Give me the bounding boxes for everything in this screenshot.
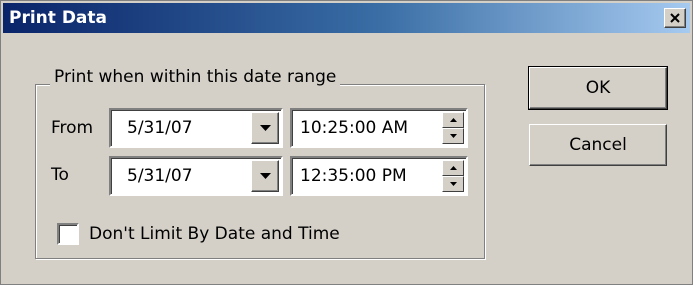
to-time-value: 12:35:00 PM	[300, 166, 407, 186]
chevron-down-icon	[260, 125, 271, 131]
arrow-down-icon	[450, 134, 457, 138]
dialog-title: Print Data	[9, 8, 107, 28]
from-time-field[interactable]: 10:25:00 AM	[290, 108, 468, 148]
to-label: To	[51, 165, 69, 185]
print-data-dialog: Print Data Print when within this date r…	[0, 0, 693, 285]
arrow-down-icon	[450, 182, 457, 186]
from-date-dropdown-button[interactable]	[251, 112, 279, 144]
title-bar[interactable]: Print Data	[3, 3, 690, 33]
date-range-group-label: Print when within this date range	[50, 67, 341, 87]
cancel-button[interactable]: Cancel	[529, 124, 667, 166]
from-date-value: 5/31/07	[127, 118, 193, 138]
to-time-up-button[interactable]	[442, 160, 464, 176]
ok-button[interactable]: OK	[528, 66, 668, 110]
from-time-down-button[interactable]	[442, 128, 464, 144]
close-button[interactable]	[664, 8, 686, 28]
from-date-combo[interactable]: 5/31/07	[109, 108, 283, 148]
dont-limit-label[interactable]: Don't Limit By Date and Time	[89, 224, 340, 244]
arrow-up-icon	[450, 118, 457, 122]
from-label: From	[51, 118, 94, 138]
chevron-down-icon	[260, 173, 271, 179]
from-time-value: 10:25:00 AM	[300, 118, 409, 138]
to-time-field[interactable]: 12:35:00 PM	[290, 156, 468, 196]
to-date-combo[interactable]: 5/31/07	[109, 156, 283, 196]
arrow-up-icon	[450, 166, 457, 170]
close-icon	[670, 13, 680, 23]
to-date-dropdown-button[interactable]	[251, 160, 279, 192]
dont-limit-checkbox[interactable]	[57, 223, 79, 245]
to-time-down-button[interactable]	[442, 176, 464, 192]
to-date-value: 5/31/07	[127, 166, 193, 186]
from-time-up-button[interactable]	[442, 112, 464, 128]
